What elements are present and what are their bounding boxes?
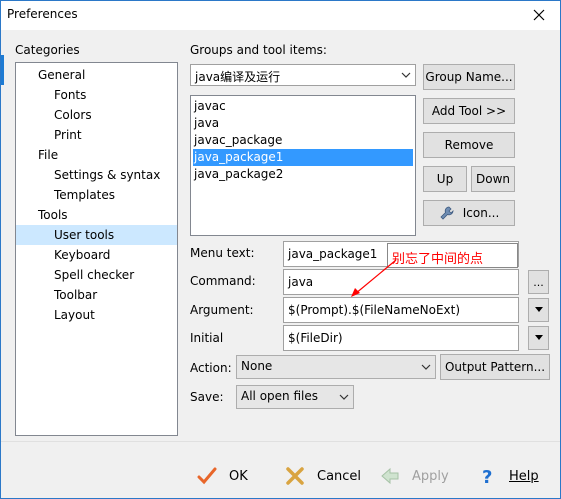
initial-field[interactable]: $(FileDir) [283, 325, 519, 351]
annotation-callout: 别忘了中间的点 [387, 243, 518, 268]
svg-text:?: ? [482, 467, 492, 486]
triangle-down-icon [534, 335, 543, 340]
initial-dropdown-button[interactable] [528, 326, 549, 350]
argument-value: $(Prompt).$(FileNameNoExt) [288, 303, 461, 317]
category-item-keyboard[interactable]: Keyboard [54, 245, 110, 265]
chevron-down-icon [421, 364, 431, 370]
ok-button[interactable]: OK [197, 463, 248, 489]
argument-label: Argument: [190, 303, 254, 317]
help-label: Help [509, 468, 539, 484]
group-select[interactable]: java编译及运行 [190, 64, 416, 86]
tool-item-java[interactable]: java [193, 115, 413, 132]
command-field[interactable]: java [283, 269, 519, 295]
command-value: java [288, 275, 314, 289]
tool-item-javac[interactable]: javac [193, 98, 413, 115]
icon-button-label: Icon... [462, 206, 500, 220]
group-name-button[interactable]: Group Name... [423, 64, 515, 90]
argument-field[interactable]: $(Prompt).$(FileNameNoExt) [283, 297, 519, 323]
save-label: Save: [190, 390, 224, 404]
cancel-x-icon [286, 467, 304, 485]
apply-label: Apply [412, 468, 449, 484]
tool-item-java-package1[interactable]: java_package1 [193, 149, 413, 166]
category-item-fonts[interactable]: Fonts [54, 85, 86, 105]
output-pattern-button[interactable]: Output Pattern... [440, 354, 550, 380]
tool-item-java-package2[interactable]: java_package2 [193, 166, 413, 183]
help-button[interactable]: ? Help [477, 463, 539, 489]
category-item-print[interactable]: Print [54, 125, 82, 145]
close-icon [533, 9, 545, 21]
category-item-spell-checker[interactable]: Spell checker [54, 265, 134, 285]
up-button[interactable]: Up [423, 166, 467, 192]
title-bar: Preferences [1, 1, 560, 30]
preferences-window: Preferences Categories General Fonts Color… [0, 0, 561, 499]
menu-text-label: Menu text: [190, 246, 255, 260]
cancel-label: Cancel [317, 468, 362, 484]
group-select-value: java编译及运行 [195, 70, 281, 84]
cancel-button[interactable]: Cancel [285, 463, 361, 489]
question-mark-icon: ? [482, 467, 492, 486]
add-tool-button[interactable]: Add Tool >> [423, 98, 515, 124]
footer-divider [1, 441, 560, 442]
tool-items-list[interactable]: javac java javac_package java_package1 java_… [190, 95, 416, 236]
chevron-down-icon [339, 394, 349, 400]
action-select[interactable]: None [236, 355, 436, 379]
icon-button[interactable]: Icon... [423, 200, 515, 226]
window-edge-accent [1, 55, 4, 85]
category-item-templates[interactable]: Templates [54, 185, 115, 205]
annotation-arrow-icon [351, 259, 397, 297]
category-item-file[interactable]: File [38, 145, 58, 165]
category-item-user-tools[interactable]: User tools [16, 225, 177, 245]
ok-label: OK [229, 468, 248, 484]
category-item-general[interactable]: General [38, 65, 85, 85]
categories-tree[interactable]: General Fonts Colors Print File Settings & sy… [15, 62, 178, 436]
save-select-value: All open files [241, 389, 318, 403]
category-item-tools[interactable]: Tools [38, 205, 68, 225]
category-item-settings-syntax[interactable]: Settings & syntax [54, 165, 160, 185]
initial-label: Initial [190, 331, 224, 345]
arrow-left-icon [381, 467, 399, 485]
apply-button[interactable]: Apply [380, 463, 449, 489]
categories-label: Categories [15, 43, 80, 57]
down-button[interactable]: Down [471, 166, 515, 192]
wrench-icon [440, 206, 454, 220]
initial-value: $(FileDir) [288, 331, 343, 345]
window-title: Preferences [7, 7, 78, 21]
category-item-colors[interactable]: Colors [54, 105, 92, 125]
argument-dropdown-button[interactable] [528, 298, 549, 322]
checkmark-icon [197, 467, 217, 485]
remove-button[interactable]: Remove [423, 132, 515, 158]
chevron-down-icon [401, 72, 411, 78]
command-browse-button[interactable]: ... [528, 270, 549, 294]
action-select-value: None [241, 359, 273, 373]
annotation-text: 别忘了中间的点 [392, 252, 484, 267]
category-item-layout[interactable]: Layout [54, 305, 95, 325]
groups-label: Groups and tool items: [190, 43, 327, 57]
action-label: Action: [190, 361, 232, 375]
category-item-toolbar[interactable]: Toolbar [54, 285, 97, 305]
command-label: Command: [190, 274, 256, 288]
close-button[interactable] [524, 2, 554, 28]
triangle-down-icon [534, 307, 543, 312]
tool-item-javac-package[interactable]: javac_package [193, 132, 413, 149]
save-select[interactable]: All open files [236, 385, 354, 409]
